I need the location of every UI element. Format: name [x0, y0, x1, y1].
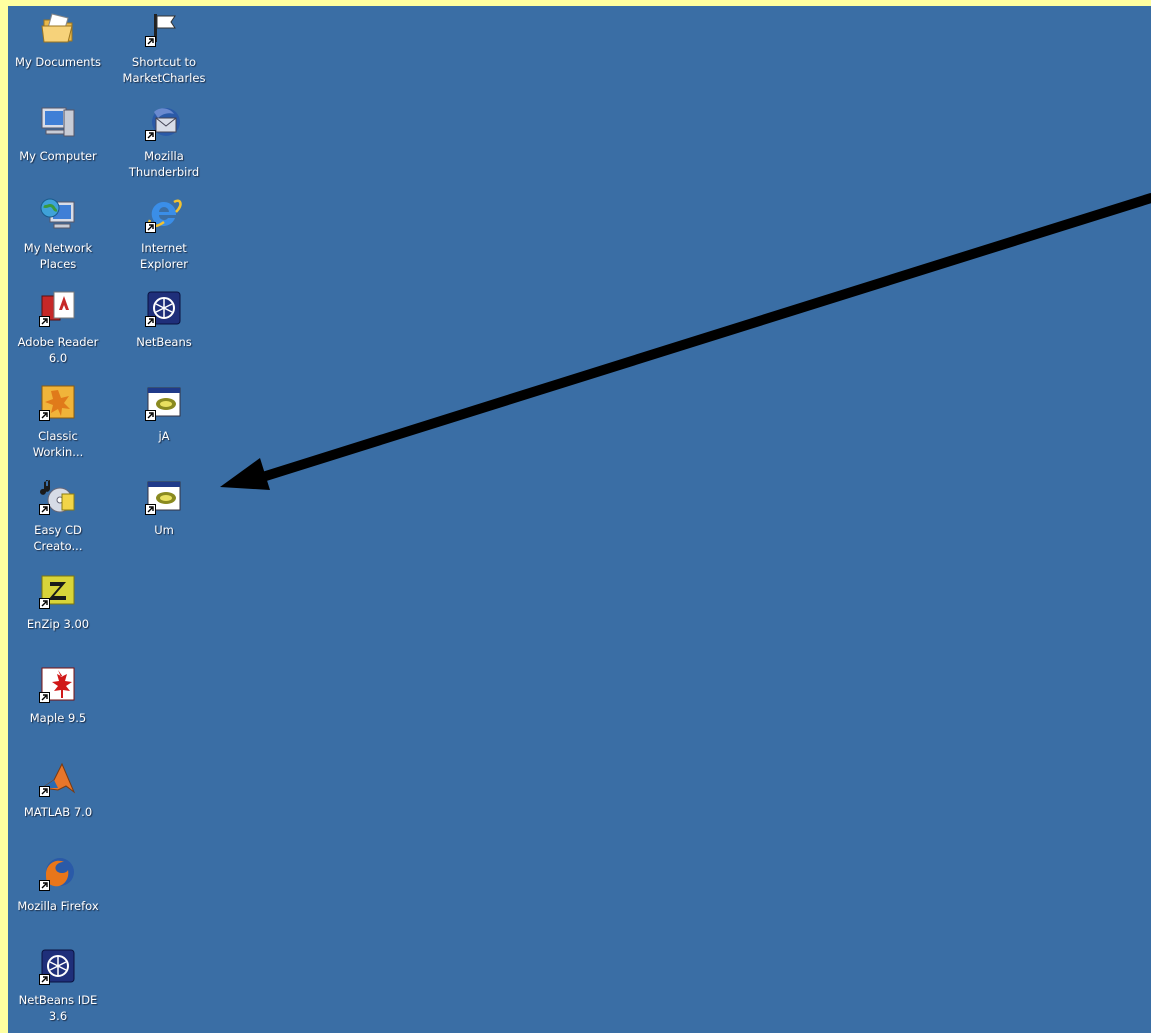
desktop-icon-enzip[interactable]: EnZip 3.00: [8, 570, 108, 632]
icon-label: Mozilla Firefox: [17, 899, 99, 913]
icon-label: NetBeans: [136, 335, 192, 349]
desktop-icon-classic-workin[interactable]: Classic Workin...: [8, 382, 108, 460]
icon-label: jA: [158, 429, 170, 443]
desktop-icon-mozilla-firefox[interactable]: Mozilla Firefox: [8, 852, 108, 914]
desktop-icon-my-documents[interactable]: My Documents: [8, 8, 108, 70]
shortcut-arrow-icon: [39, 316, 50, 327]
desktop[interactable]: My Documents My Computer My Network Plac…: [8, 6, 1151, 1033]
shortcut-arrow-icon: [145, 36, 156, 47]
icon-label: Shortcut to MarketCharles: [122, 55, 206, 85]
network-places-icon: [38, 194, 78, 234]
program-window-icon: [144, 382, 184, 422]
netbeans-icon: [38, 946, 78, 986]
matlab-icon: [38, 758, 78, 798]
icon-label: Easy CD Creato...: [33, 523, 83, 553]
desktop-icon-my-computer[interactable]: My Computer: [8, 102, 108, 164]
folder-documents-icon: [38, 8, 78, 48]
desktop-icon-marketcharles-shortcut[interactable]: Shortcut to MarketCharles: [114, 8, 214, 86]
desktop-icon-um[interactable]: Um: [114, 476, 214, 538]
desktop-icon-netbeans-ide[interactable]: NetBeans IDE 3.6: [8, 946, 108, 1024]
icon-label: Maple 9.5: [29, 711, 87, 725]
icon-label: Internet Explorer: [140, 241, 188, 271]
icon-label: Classic Workin...: [32, 429, 84, 459]
flag-document-icon: [144, 8, 184, 48]
shortcut-arrow-icon: [39, 598, 50, 609]
shortcut-arrow-icon: [39, 786, 50, 797]
shortcut-arrow-icon: [39, 504, 50, 515]
enzip-icon: [38, 570, 78, 610]
desktop-icon-mozilla-thunderbird[interactable]: Mozilla Thunderbird: [114, 102, 214, 180]
shortcut-arrow-icon: [145, 410, 156, 421]
icon-label: EnZip 3.00: [26, 617, 90, 631]
shortcut-arrow-icon: [39, 974, 50, 985]
shortcut-arrow-icon: [39, 880, 50, 891]
desktop-icon-netbeans[interactable]: NetBeans: [114, 288, 214, 350]
firefox-icon: [38, 852, 78, 892]
easy-cd-creator-icon: [38, 476, 78, 516]
desktop-icon-easy-cd-creator[interactable]: Easy CD Creato...: [8, 476, 108, 554]
shortcut-arrow-icon: [145, 222, 156, 233]
internet-explorer-icon: [144, 194, 184, 234]
classic-workin-icon: [38, 382, 78, 422]
icon-label: My Network Places: [23, 241, 93, 271]
netbeans-icon: [144, 288, 184, 328]
desktop-icon-my-network-places[interactable]: My Network Places: [8, 194, 108, 272]
shortcut-arrow-icon: [145, 130, 156, 141]
computer-icon: [38, 102, 78, 142]
shortcut-arrow-icon: [145, 504, 156, 515]
icon-label: Mozilla Thunderbird: [128, 149, 200, 179]
icon-label: NetBeans IDE 3.6: [18, 993, 98, 1023]
desktop-icon-adobe-reader[interactable]: Adobe Reader 6.0: [8, 288, 108, 366]
program-window-icon: [144, 476, 184, 516]
shortcut-arrow-icon: [145, 316, 156, 327]
icon-label: My Documents: [15, 55, 101, 69]
shortcut-arrow-icon: [39, 692, 50, 703]
shortcut-arrow-icon: [39, 410, 50, 421]
adobe-reader-icon: [38, 288, 78, 328]
desktop-icon-ja[interactable]: jA: [114, 382, 214, 444]
maple-icon: [38, 664, 78, 704]
icon-label: MATLAB 7.0: [23, 805, 93, 819]
desktop-icon-maple[interactable]: Maple 9.5: [8, 664, 108, 726]
icon-label: Adobe Reader 6.0: [17, 335, 99, 365]
icon-label: Um: [154, 523, 174, 537]
icon-label: My Computer: [19, 149, 97, 163]
desktop-icon-matlab[interactable]: MATLAB 7.0: [8, 758, 108, 820]
thunderbird-icon: [144, 102, 184, 142]
desktop-icon-internet-explorer[interactable]: Internet Explorer: [114, 194, 214, 272]
